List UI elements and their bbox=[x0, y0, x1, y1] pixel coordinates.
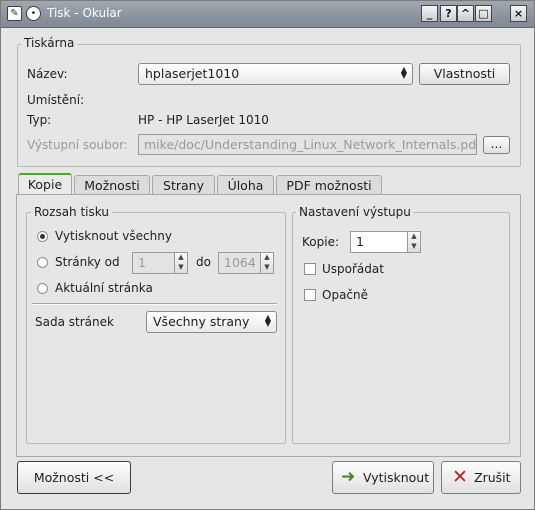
close-icon[interactable]: × bbox=[510, 5, 527, 22]
browse-button[interactable]: ... bbox=[483, 136, 510, 154]
from-page-stepper[interactable]: ▲ ▼ bbox=[174, 252, 188, 274]
print-arrow-icon: ➜ bbox=[341, 467, 356, 487]
spin-arrows-icon: ▲ ▼ bbox=[264, 313, 271, 328]
to-page-field[interactable]: 1064 bbox=[218, 252, 261, 274]
cancel-x-icon: ✕ bbox=[452, 466, 468, 488]
output-file-label: Výstupní soubor: bbox=[27, 138, 128, 152]
tab-uloha[interactable]: Úloha bbox=[217, 175, 274, 195]
copies-field[interactable]: 1 bbox=[350, 231, 408, 253]
spin-arrows-icon: ▲ ▼ bbox=[400, 65, 407, 80]
shade-icon[interactable]: ^ bbox=[457, 5, 474, 22]
page-set-select[interactable]: Všechny strany ▲ ▼ bbox=[146, 311, 277, 333]
print-dialog: ✎ • Tisk - Okular _ ? ^ □ × Tiskárna Náz… bbox=[0, 0, 535, 510]
reverse-label[interactable]: Opačně bbox=[322, 288, 368, 302]
name-label: Název: bbox=[27, 67, 68, 81]
tab-kopie[interactable]: Kopie bbox=[18, 173, 72, 195]
print-button-label: Vytisknout bbox=[363, 470, 430, 485]
tab-pdf-moznosti[interactable]: PDF možnosti bbox=[276, 175, 382, 195]
printer-select-value: hplaserjet1010 bbox=[145, 66, 240, 81]
print-range-legend: Rozsah tisku bbox=[31, 205, 112, 219]
page-set-value: Všechny strany bbox=[153, 314, 250, 329]
tab-strany[interactable]: Strany bbox=[152, 175, 215, 195]
print-button[interactable]: ➜ Vytisknout bbox=[332, 461, 434, 494]
options-toggle-button[interactable]: Možnosti << bbox=[17, 461, 131, 494]
printer-select[interactable]: hplaserjet1010 ▲ ▼ bbox=[138, 63, 413, 85]
menu-icon[interactable]: • bbox=[26, 6, 41, 21]
type-label: Typ: bbox=[27, 113, 52, 127]
to-label-text: do bbox=[196, 255, 211, 269]
output-file-field[interactable]: mike/doc/Understanding_Linux_Network_Int… bbox=[138, 134, 477, 155]
page-set-label: Sada stránek bbox=[35, 315, 114, 329]
output-settings-legend: Nastavení výstupu bbox=[296, 205, 414, 219]
maximize-icon[interactable]: □ bbox=[475, 5, 492, 22]
print-all-label[interactable]: Vytisknout všechny bbox=[55, 229, 172, 243]
type-value: HP - HP LaserJet 1010 bbox=[138, 113, 269, 127]
title-bar[interactable]: ✎ • Tisk - Okular _ ? ^ □ × bbox=[1, 1, 534, 28]
copies-stepper[interactable]: ▲ ▼ bbox=[407, 231, 421, 253]
to-page-stepper[interactable]: ▲ ▼ bbox=[260, 252, 274, 274]
tab-moznosti[interactable]: Možnosti bbox=[74, 175, 150, 195]
current-page-radio[interactable] bbox=[37, 283, 48, 294]
collate-label[interactable]: Uspořádat bbox=[322, 262, 384, 276]
from-page-field[interactable]: 1 bbox=[132, 252, 175, 274]
printer-group-legend: Tiskárna bbox=[21, 36, 78, 50]
print-all-radio[interactable] bbox=[37, 231, 48, 242]
divider bbox=[32, 303, 277, 305]
collate-checkbox[interactable] bbox=[304, 263, 316, 275]
minimize-icon[interactable]: _ bbox=[421, 5, 438, 22]
copies-label: Kopie: bbox=[302, 235, 339, 249]
reverse-checkbox[interactable] bbox=[304, 289, 316, 301]
app-icon: ✎ bbox=[7, 6, 22, 21]
current-page-label[interactable]: Aktuální stránka bbox=[55, 281, 153, 295]
help-icon[interactable]: ? bbox=[440, 5, 457, 22]
window-title: Tisk - Okular bbox=[47, 6, 122, 20]
location-label: Umístění: bbox=[27, 93, 85, 107]
properties-button[interactable]: Vlastnosti bbox=[419, 63, 510, 85]
cancel-button[interactable]: ✕ Zrušit bbox=[441, 461, 521, 494]
cancel-button-label: Zrušit bbox=[474, 470, 511, 485]
pages-radio[interactable] bbox=[37, 257, 48, 268]
pages-label[interactable]: Stránky od bbox=[55, 255, 120, 269]
